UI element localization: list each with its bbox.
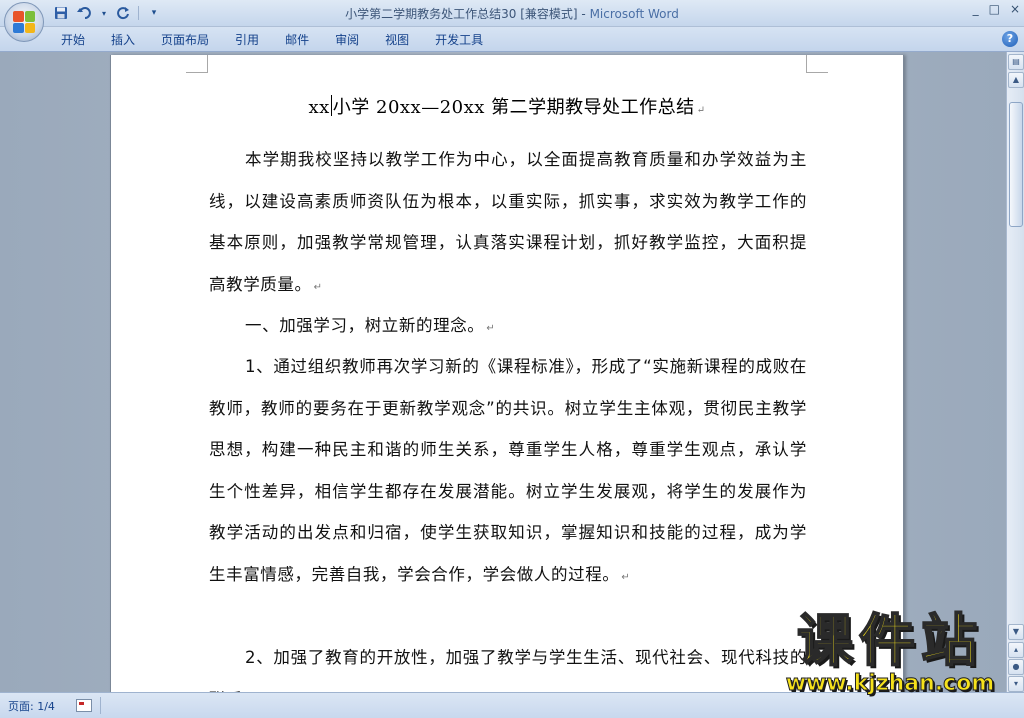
close-button[interactable]: × — [1010, 2, 1020, 16]
paragraph-text: 本学期我校坚持以教学工作为中心，以全面提高教育质量和办学效益为主线，以建设高素质… — [209, 150, 807, 294]
office-button-icon — [13, 11, 35, 33]
restore-button[interactable]: □ — [989, 2, 1000, 16]
margin-corner-top-right — [806, 55, 828, 73]
paragraph-text: 2、加强了教育的开放性，加强了教学与学生生活、现代社会、现代科技的联系， — [209, 648, 807, 692]
watermark-title: 课件站 — [796, 609, 983, 674]
window-title: 小学第二学期教务处工作总结30 [兼容模式] - Microsoft Word — [0, 5, 1024, 22]
tab-review[interactable]: 审阅 — [322, 31, 372, 49]
ruler-toggle-icon[interactable]: ▤ — [1008, 54, 1024, 70]
paragraph-mark: ↵ — [621, 571, 631, 583]
paragraph-mark: ↵ — [696, 105, 706, 116]
title-prefix: xx — [308, 97, 330, 118]
ribbon-tabs: 开始 插入 页面布局 引用 邮件 审阅 视图 开发工具 — [48, 31, 496, 49]
page-indicator[interactable]: 页面: 1/4 — [8, 698, 55, 714]
paragraph-text: 1、通过组织教师再次学习新的《课程标准》，形成了“实施新课程的成败在教师，教师的… — [209, 357, 807, 584]
next-page-icon[interactable]: ▾ — [1008, 676, 1024, 692]
help-icon[interactable]: ? — [1002, 31, 1018, 47]
paragraph-text: 一、加强学习，树立新的理念。 — [245, 316, 485, 335]
vertical-scrollbar[interactable]: ▤ ▲ ▼ ▴ ● ▾ — [1006, 52, 1024, 692]
browse-object-icon[interactable]: ● — [1008, 659, 1024, 675]
proofing-status-icon[interactable] — [76, 699, 92, 712]
tab-home[interactable]: 开始 — [48, 31, 98, 49]
status-separator — [100, 697, 101, 714]
margin-corner-top-left — [186, 55, 208, 73]
tab-mailings[interactable]: 邮件 — [272, 31, 322, 49]
scroll-thumb[interactable] — [1009, 102, 1023, 227]
watermark-logo: 课件站 www.kjzhan.com — [775, 609, 1005, 697]
tab-references[interactable]: 引用 — [222, 31, 272, 49]
title-bar: ▾ ▾ 小学第二学期教务处工作总结30 [兼容模式] - Microsoft W… — [0, 0, 1024, 27]
paragraph-mark: ↵ — [313, 281, 323, 293]
scroll-up-icon[interactable]: ▲ — [1008, 72, 1024, 88]
office-button[interactable] — [4, 2, 44, 42]
document-title: xx 小学 20xx—20xx 第二学期教导处工作总结 ↵ — [111, 93, 903, 119]
tab-view[interactable]: 视图 — [372, 31, 422, 49]
paragraph-intro: 本学期我校坚持以教学工作为中心，以全面提高教育质量和办学效益为主线，以建设高素质… — [209, 139, 807, 308]
tab-page-layout[interactable]: 页面布局 — [148, 31, 222, 49]
document-area: xx 小学 20xx—20xx 第二学期教导处工作总结 ↵ 本学期我校坚持以教学工作… — [0, 52, 1006, 692]
ribbon-tab-bar: 开始 插入 页面布局 引用 邮件 审阅 视图 开发工具 ? — [0, 27, 1024, 52]
text-cursor — [330, 95, 332, 116]
paragraph-heading-1: 一、加强学习，树立新的理念。 ↵ — [209, 305, 807, 350]
paragraph-mark: ↵ — [486, 323, 496, 334]
tab-insert[interactable]: 插入 — [98, 31, 148, 49]
previous-page-icon[interactable]: ▴ — [1008, 642, 1024, 658]
scroll-down-icon[interactable]: ▼ — [1008, 624, 1024, 640]
document-name: 小学第二学期教务处工作总结30 [兼容模式] - — [345, 7, 590, 21]
tab-developer[interactable]: 开发工具 — [422, 31, 496, 49]
window-controls: _ □ × — [973, 2, 1020, 16]
app-name: Microsoft Word — [589, 7, 679, 21]
paragraph-item-1: 1、通过组织教师再次学习新的《课程标准》，形成了“实施新课程的成败在教师，教师的… — [209, 346, 807, 598]
watermark-url: www.kjzhan.com — [785, 671, 995, 696]
paragraph-item-2: 2、加强了教育的开放性，加强了教学与学生生活、现代社会、现代科技的联系， — [209, 637, 807, 692]
title-text: 小学 20xx—20xx 第二学期教导处工作总结 — [332, 97, 695, 118]
minimize-button[interactable]: _ — [973, 2, 979, 16]
document-page[interactable]: xx 小学 20xx—20xx 第二学期教导处工作总结 ↵ 本学期我校坚持以教学工作… — [110, 55, 904, 692]
